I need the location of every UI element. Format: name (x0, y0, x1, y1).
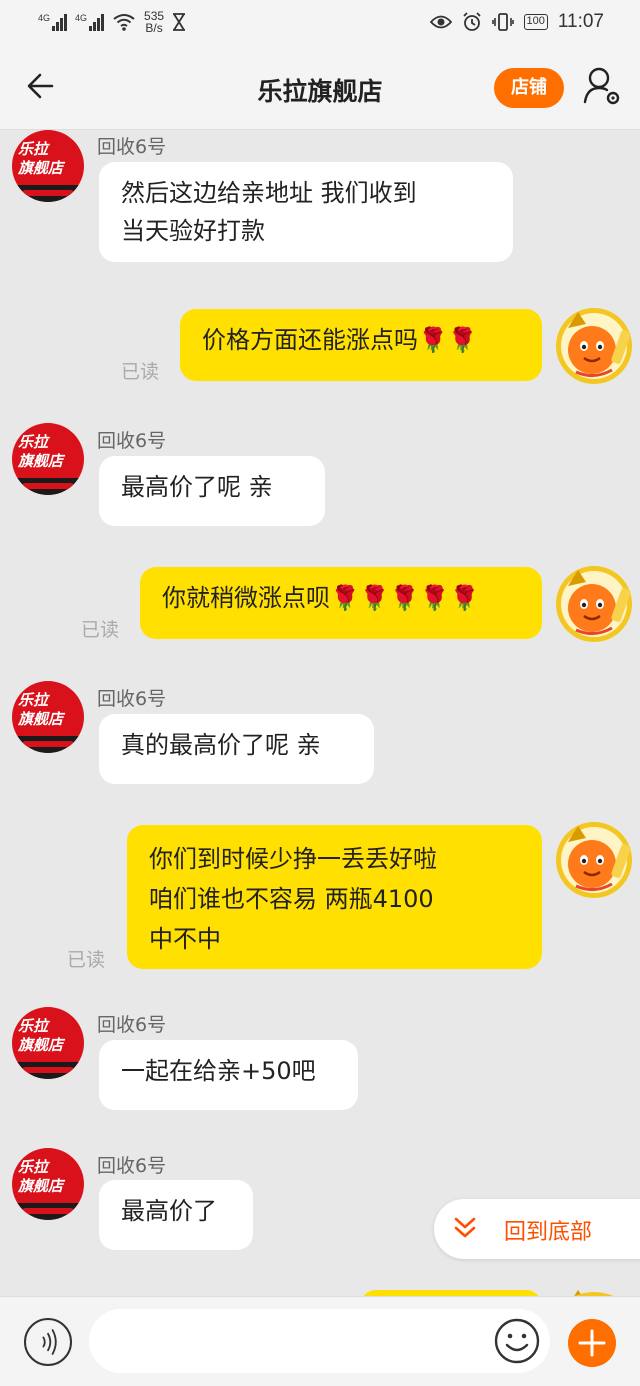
wifi-icon (113, 14, 135, 31)
network-speed: 535 B/s (144, 9, 165, 35)
hourglass-icon (173, 13, 186, 31)
battery-icon: 100 (523, 14, 548, 30)
eye-icon (429, 15, 452, 29)
read-status: 已读 (121, 361, 160, 383)
sender-name: 回收6号 (97, 688, 167, 710)
user-avatar[interactable] (554, 820, 634, 900)
shop-button[interactable]: 店铺 (494, 68, 564, 108)
user-avatar[interactable] (554, 564, 634, 644)
scroll-to-bottom-label: 回到底部 (504, 1220, 593, 1245)
cell-signal-icon-2: 4G (75, 13, 105, 31)
scroll-to-bottom-button[interactable]: 回到底部 (434, 1199, 640, 1259)
shop-avatar[interactable]: 乐拉 旗舰店 (12, 1007, 84, 1079)
message-bubble-outgoing[interactable]: 价格方面还能涨点吗🌹🌹 (180, 309, 542, 381)
user-settings-icon[interactable] (582, 66, 622, 108)
message-list[interactable]: 乐拉 旗舰店 回收6号 然后这边给亲地址 我们收到 当天验好打款 已读 价格方面还能… (0, 130, 640, 1296)
voice-icon[interactable] (24, 1318, 72, 1366)
plus-icon[interactable] (568, 1319, 616, 1367)
status-time: 11:07 (557, 11, 604, 32)
shop-avatar[interactable]: 乐拉 旗舰店 (12, 423, 84, 495)
vibrate-icon (491, 13, 514, 31)
shop-avatar[interactable]: 乐拉 旗舰店 (12, 681, 84, 753)
message-bubble-incoming[interactable]: 一起在给亲+50吧 (99, 1040, 358, 1110)
shop-avatar[interactable]: 乐拉 旗舰店 (12, 1148, 84, 1220)
message-bubble-incoming[interactable]: 真的最高价了呢 亲 (99, 714, 374, 784)
message-input[interactable] (89, 1309, 550, 1373)
cell-signal-icon: 4G (38, 13, 68, 31)
status-bar: 4G 4G 535 B/s 100 11:07 (0, 0, 640, 46)
shop-avatar[interactable]: 乐拉 旗舰店 (12, 130, 84, 202)
sender-name: 回收6号 (97, 430, 167, 452)
input-bar (0, 1296, 640, 1386)
sender-name: 回收6号 (97, 136, 167, 158)
message-bubble-outgoing[interactable]: 你们到时候少挣一丢丢好啦 咱们谁也不容易 两瓶4100 中不中 (127, 825, 542, 969)
alarm-icon (462, 12, 481, 31)
read-status: 已读 (67, 949, 106, 971)
read-status: 已读 (81, 619, 120, 641)
message-bubble-incoming[interactable]: 然后这边给亲地址 我们收到 当天验好打款 (99, 162, 513, 262)
message-bubble-incoming[interactable]: 最高价了呢 亲 (99, 456, 325, 526)
sender-name: 回收6号 (97, 1014, 167, 1036)
sender-name: 回收6号 (97, 1155, 167, 1177)
message-bubble-outgoing[interactable]: 你就稍微涨点呗🌹🌹🌹🌹🌹 (140, 567, 542, 639)
user-avatar[interactable] (554, 306, 634, 386)
smiley-icon[interactable] (493, 1317, 541, 1365)
double-chevron-down-icon (454, 1217, 476, 1238)
chat-header: 乐拉旗舰店 店铺 (0, 46, 640, 130)
message-bubble-incoming[interactable]: 最高价了 (99, 1180, 253, 1250)
